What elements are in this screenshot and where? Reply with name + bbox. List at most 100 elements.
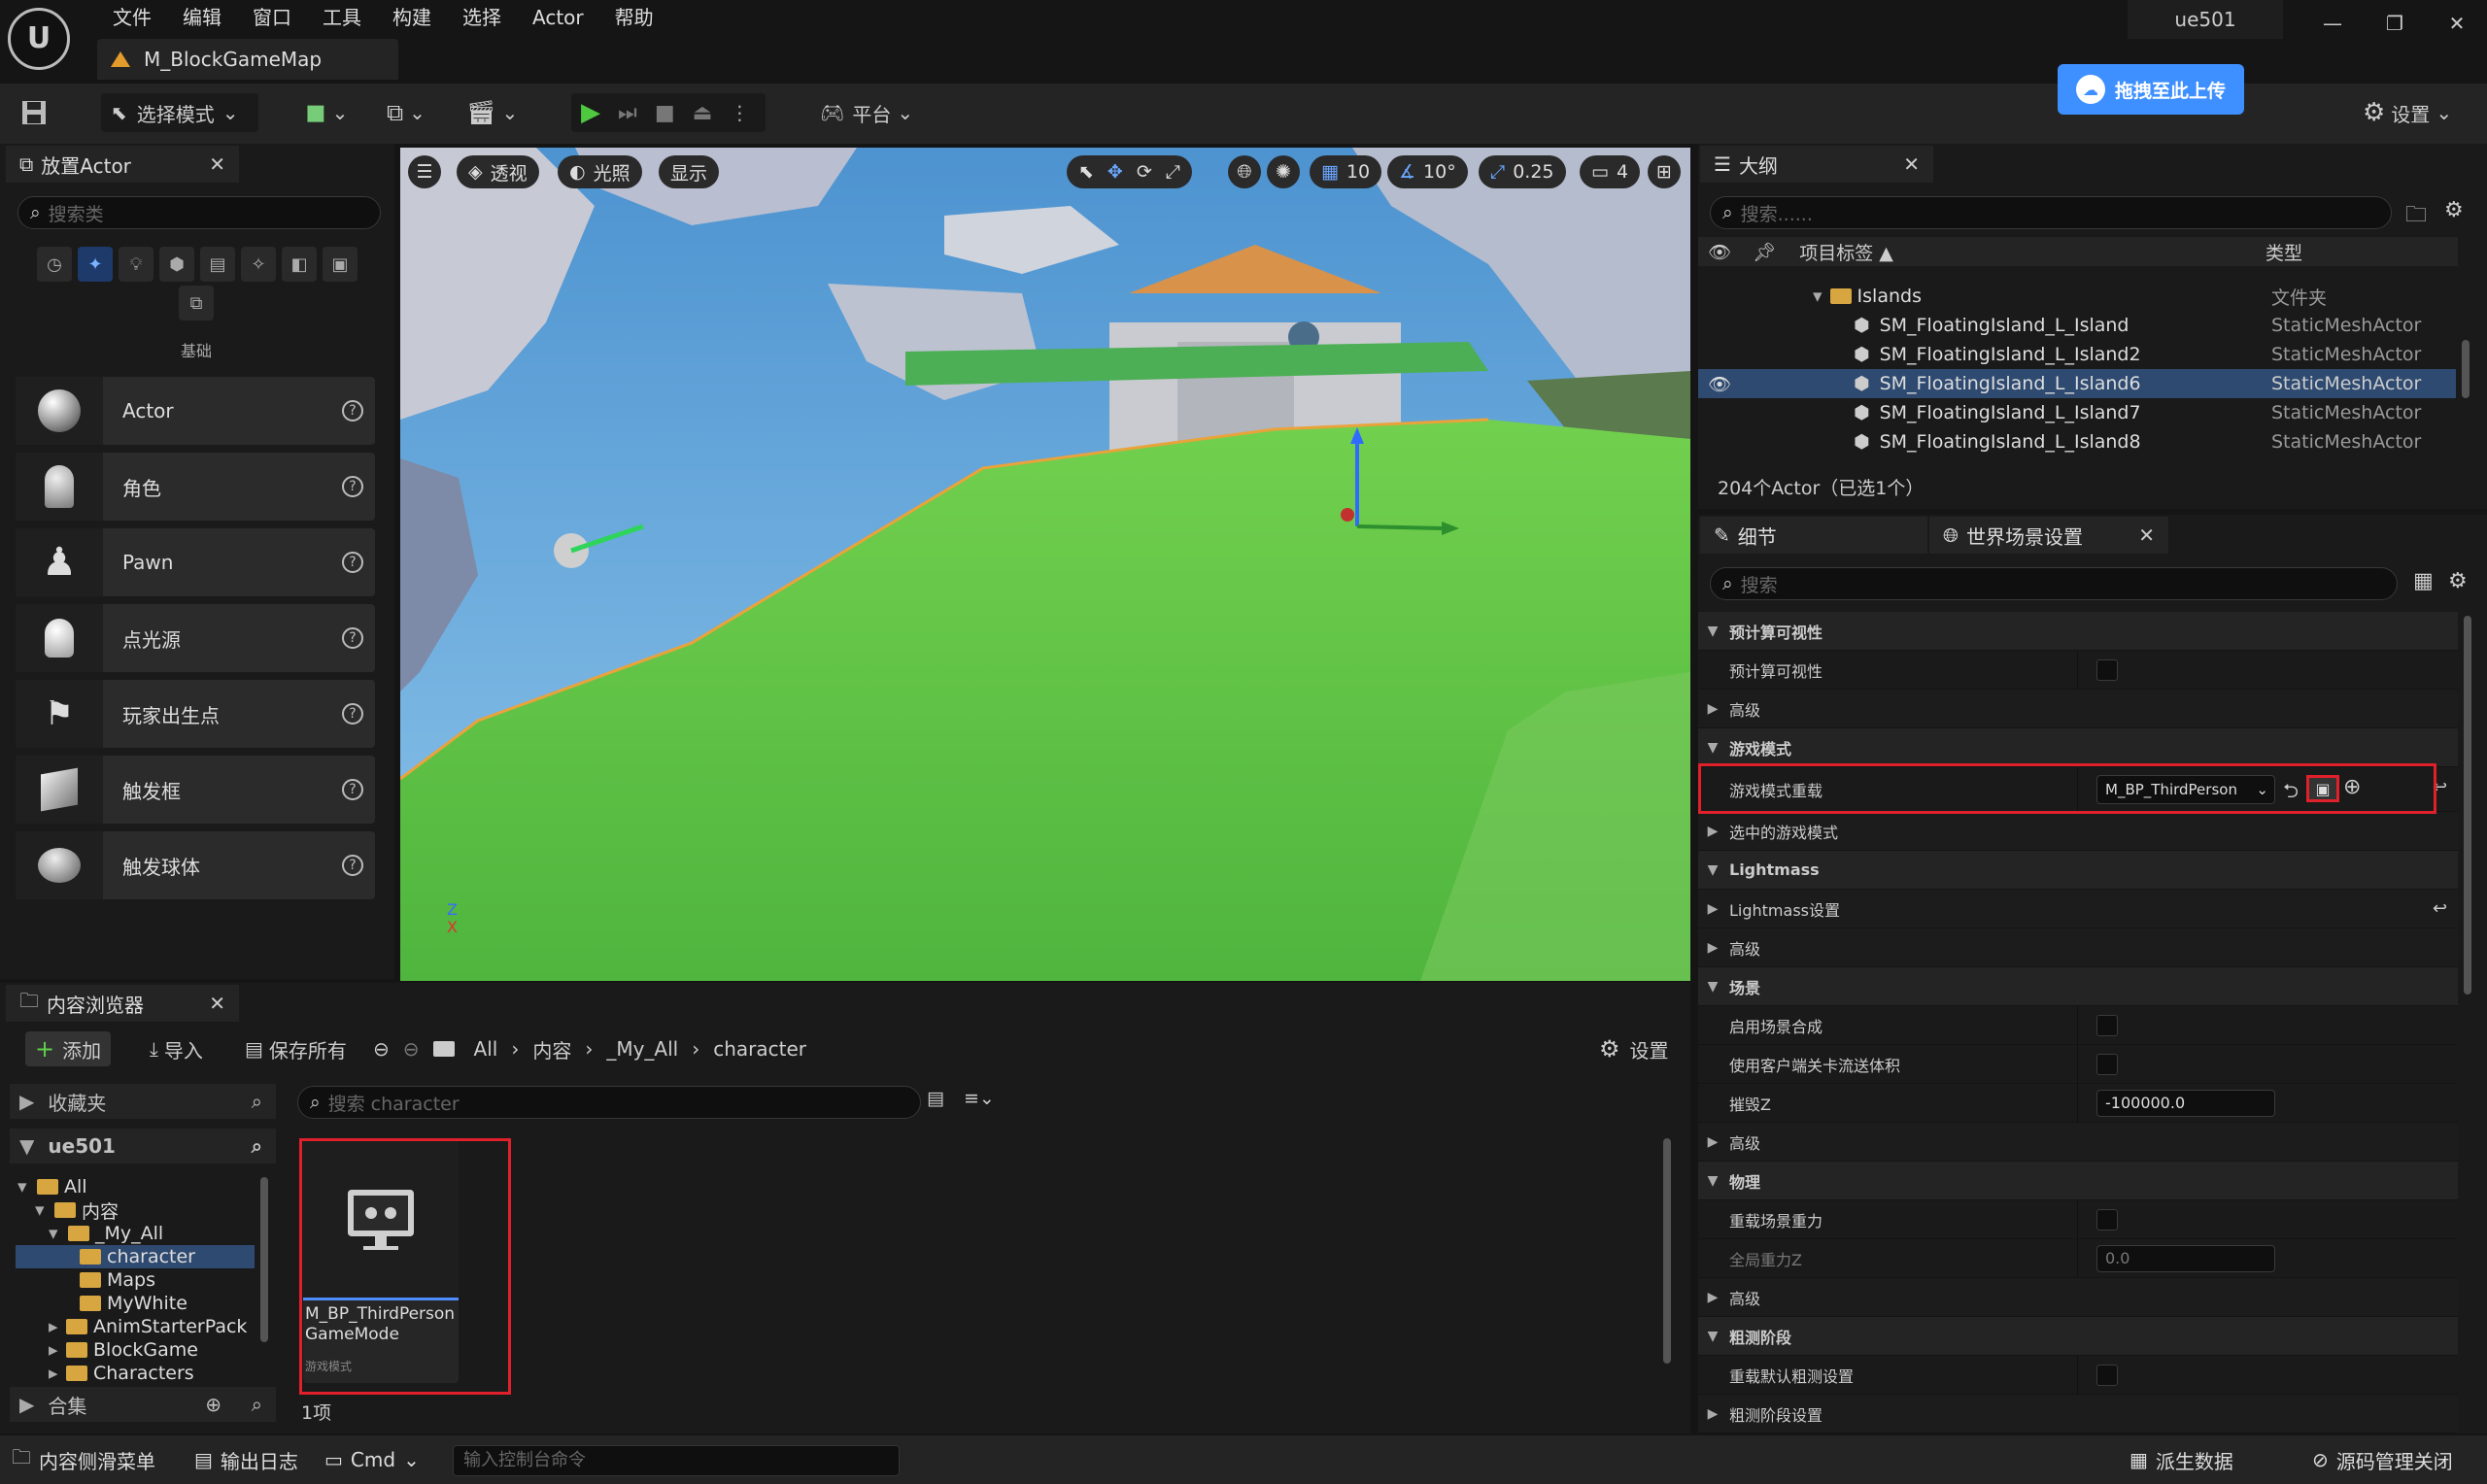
all-classes-icon[interactable]: ▣: [323, 247, 358, 282]
tree-item-all[interactable]: ▾ All: [17, 1175, 87, 1198]
help-icon[interactable]: ?: [342, 400, 363, 422]
section-broadphase[interactable]: ▼ 粗测阶段: [1698, 1317, 2458, 1356]
tree-item-characters[interactable]: ▸ Characters: [49, 1362, 194, 1385]
menu-build[interactable]: 构建: [377, 2, 447, 33]
add-actor-button[interactable]: ◼ ⌄: [305, 93, 348, 132]
eject-icon[interactable]: ⏏: [693, 101, 713, 125]
section-world[interactable]: ▼ 场景: [1698, 967, 2458, 1006]
section-advanced[interactable]: ▶ 高级: [1698, 1123, 2458, 1162]
type-column-header[interactable]: 类型: [2266, 239, 2302, 265]
precomputed-visibility-checkbox[interactable]: [2096, 658, 2118, 681]
breadcrumb-my-all[interactable]: _My_All: [606, 1037, 678, 1061]
tree-item-my-all[interactable]: ▾ _My_All: [49, 1222, 163, 1245]
translate-tool-icon[interactable]: ✥: [1107, 161, 1123, 183]
details-settings-icon[interactable]: ⚙: [2448, 569, 2468, 593]
camera-speed-button[interactable]: ▭ 4: [1580, 155, 1641, 188]
restore-icon[interactable]: ❐: [2365, 0, 2425, 47]
unreal-logo-icon[interactable]: U: [8, 8, 70, 70]
content-browser-tab[interactable]: 🗀︎ 内容浏览器 ✕: [6, 985, 239, 1022]
menu-window[interactable]: 窗口: [237, 2, 307, 33]
play-icon[interactable]: ▶: [581, 98, 600, 127]
breadcrumb-all[interactable]: All: [474, 1037, 498, 1061]
select-tool-icon[interactable]: ⬉: [1078, 161, 1094, 183]
favorites-header[interactable]: ▶ 收藏夹 ⌕: [10, 1084, 276, 1119]
breadcrumb-character[interactable]: character: [713, 1037, 806, 1061]
volumes-icon[interactable]: ◧: [282, 247, 317, 282]
project-header[interactable]: ▼ ue501 ⌕: [10, 1129, 276, 1164]
menu-file[interactable]: 文件: [97, 2, 167, 33]
details-scrollbar[interactable]: [2464, 616, 2471, 995]
place-item-trigger-box[interactable]: 触发框?: [16, 756, 375, 824]
help-icon[interactable]: ?: [342, 627, 363, 649]
grid-snap-button[interactable]: ▦ 10: [1310, 155, 1382, 188]
show-button[interactable]: 显示: [659, 155, 720, 188]
pin-icon[interactable]: 📌︎: [1753, 241, 1776, 263]
layout-icon[interactable]: ⊞: [1648, 155, 1681, 188]
content-settings-button[interactable]: ⚙ 设置: [1599, 1031, 1669, 1066]
map-tab[interactable]: M_BlockGameMap: [97, 39, 398, 80]
visibility-icon[interactable]: 👁︎: [1708, 241, 1731, 263]
gravity-z-input[interactable]: 0.0: [2096, 1244, 2275, 1272]
tree-item-mywhite[interactable]: MyWhite: [80, 1292, 187, 1315]
section-advanced[interactable]: ▶ 高级: [1698, 928, 2458, 967]
minimize-icon[interactable]: —: [2302, 0, 2363, 47]
visibility-icon[interactable]: 👁︎: [1708, 373, 1731, 395]
place-item-actor[interactable]: Actor?: [16, 377, 375, 445]
outliner-row[interactable]: ⬢ SM_FloatingIsland_L_Island2 StaticMeshAc…: [1698, 340, 2456, 369]
close-tab-icon[interactable]: ✕: [1903, 152, 1920, 176]
section-advanced[interactable]: ▶ 高级: [1698, 690, 2458, 728]
client-streaming-checkbox[interactable]: [2096, 1053, 2118, 1075]
save-all-button[interactable]: ▤ 保存所有: [245, 1031, 347, 1066]
outliner-row-selected[interactable]: 👁︎ ⬢ SM_FloatingIsland_L_Island6 StaticMesh…: [1698, 369, 2456, 398]
class-search-input[interactable]: ⌕ 搜索类: [17, 196, 381, 229]
section-precomputed-visibility[interactable]: ▼ 预计算可视性: [1698, 612, 2458, 651]
settings-button[interactable]: ⚙ 设置 ⌄: [2363, 93, 2452, 132]
place-actor-tab[interactable]: ⧉ 放置Actor ✕: [6, 146, 239, 183]
surface-snap-icon[interactable]: ✺: [1267, 155, 1300, 188]
override-gravity-checkbox[interactable]: [2096, 1208, 2118, 1231]
scale-snap-button[interactable]: ⤢ 0.25: [1479, 155, 1566, 188]
tree-scrollbar[interactable]: [260, 1177, 268, 1342]
details-search-input[interactable]: ⌕ 搜索: [1710, 567, 2398, 600]
close-tab-icon[interactable]: ✕: [209, 152, 225, 176]
forward-icon[interactable]: ⊖: [403, 1037, 420, 1061]
section-advanced[interactable]: ▶ 高级: [1698, 1278, 2458, 1317]
asset-search-input[interactable]: ⌕ 搜索 character: [297, 1086, 921, 1119]
select-mode-button[interactable]: ⬉ 选择模式 ⌄: [101, 93, 258, 132]
step-icon[interactable]: ⏭: [618, 101, 637, 125]
add-collection-icon[interactable]: ⊕: [205, 1393, 221, 1416]
table-view-icon[interactable]: ▦: [2413, 569, 2434, 593]
more-icon[interactable]: ⋮: [730, 101, 749, 124]
outliner-tab[interactable]: ☰ 大纲 ✕: [1700, 146, 1933, 183]
derived-data-button[interactable]: ▦ 派生数据: [2129, 1441, 2233, 1478]
section-physics[interactable]: ▼ 物理: [1698, 1162, 2458, 1200]
help-icon[interactable]: ?: [342, 703, 363, 725]
details-tab[interactable]: ✎ 细节: [1700, 517, 1927, 554]
save-icon[interactable]: [19, 93, 49, 132]
level-viewport[interactable]: Z X ☰ ◈ 透视 ◐ 光照 显示 ⬉ ✥ ⟳ ⤢ 🌐︎ ✺ ▦ 10 ∡ 10° ⤢…: [400, 148, 1690, 981]
collections-header[interactable]: ▶ 合集 ⊕ ⌕: [10, 1387, 276, 1422]
reset-icon[interactable]: ↩: [2433, 898, 2447, 919]
cinematics-button[interactable]: 🎬︎ ⌄: [466, 93, 518, 132]
basic-icon[interactable]: ✦: [78, 247, 113, 282]
output-log-button[interactable]: ▤ 输出日志: [194, 1441, 298, 1478]
kill-z-input[interactable]: -100000.0: [2096, 1089, 2275, 1117]
menu-actor[interactable]: Actor: [517, 2, 599, 33]
blueprint-button[interactable]: ⧉ ⌄: [387, 93, 426, 132]
content-drawer-button[interactable]: 🗀︎ 内容侧滑菜单: [12, 1441, 155, 1478]
section-lightmass[interactable]: ▼ Lightmass: [1698, 851, 2458, 890]
menu-help[interactable]: 帮助: [599, 2, 669, 33]
save-search-icon[interactable]: ▤: [927, 1088, 944, 1109]
section-broadphase-settings[interactable]: ▶ 粗测阶段设置: [1698, 1395, 2458, 1433]
place-item-pawn[interactable]: ♟ Pawn?: [16, 528, 375, 596]
outliner-row[interactable]: ⬢ SM_FloatingIsland_L_Island8 StaticMeshAc…: [1698, 427, 2456, 456]
tree-item-content[interactable]: ▾ 内容: [35, 1198, 119, 1223]
world-local-icon[interactable]: 🌐︎: [1228, 155, 1261, 188]
search-icon[interactable]: ⌕: [252, 1134, 262, 1158]
section-lightmass-settings[interactable]: ▶ Lightmass设置 ↩: [1698, 890, 2458, 928]
help-icon[interactable]: ?: [342, 476, 363, 497]
upload-button[interactable]: ☁ 拖拽至此上传: [2058, 64, 2244, 115]
platform-button[interactable]: 🎮︎ 平台 ⌄: [820, 93, 913, 132]
outliner-search-input[interactable]: ⌕ 搜索......: [1710, 196, 2392, 229]
import-button[interactable]: ⤓ 导入: [150, 1031, 203, 1066]
